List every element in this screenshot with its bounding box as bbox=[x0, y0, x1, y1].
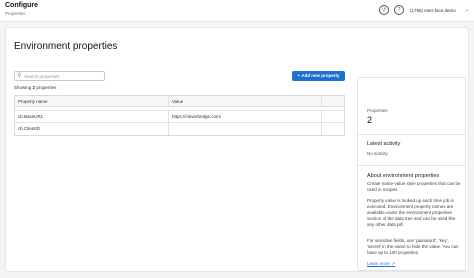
column-header-actions bbox=[322, 96, 345, 106]
app-title: Configure bbox=[5, 2, 39, 9]
property-name-cell[interactable]: cb.ClientID bbox=[15, 123, 169, 135]
add-property-button[interactable]: + Add new property bbox=[292, 71, 345, 81]
table-header-row: Property name Value bbox=[15, 96, 344, 107]
search-input[interactable] bbox=[24, 72, 104, 80]
about-paragraph-1: Create name-value style properties that … bbox=[367, 181, 461, 192]
row-actions-cell[interactable] bbox=[322, 111, 345, 122]
showing-suffix: properties bbox=[36, 85, 57, 90]
column-header-name[interactable]: Property name bbox=[15, 96, 169, 106]
property-value-cell[interactable] bbox=[169, 123, 322, 135]
top-bar: Configure Properties ↺ ? (1796) Inter-fa… bbox=[0, 0, 474, 22]
latest-activity-text: No activity bbox=[367, 151, 388, 156]
properties-table: Property name Value cb.BaseURL https://c… bbox=[14, 95, 345, 136]
page-title: Environment properties bbox=[14, 41, 118, 52]
showing-count: 2 bbox=[32, 85, 36, 90]
table-row[interactable]: cb.BaseURL https://cleverbridge.com/ bbox=[15, 111, 344, 123]
about-paragraph-2: Property value is looked up each time jo… bbox=[367, 198, 456, 227]
column-header-value[interactable]: Value bbox=[169, 96, 322, 106]
divider bbox=[358, 165, 465, 166]
breadcrumb[interactable]: Properties bbox=[5, 11, 26, 16]
about-paragraph-3: For sensitive fields, use 'password', 'k… bbox=[367, 238, 459, 255]
history-icon[interactable]: ↺ bbox=[379, 5, 389, 15]
search-icon: ⚲ bbox=[17, 73, 22, 79]
search-box[interactable]: ⚲ bbox=[14, 71, 105, 81]
chevron-down-icon[interactable]: ⌄ bbox=[465, 7, 469, 13]
properties-count-label: Properties bbox=[367, 108, 388, 113]
workspace-selector[interactable]: (1796) Inter-face demo bbox=[410, 8, 456, 13]
learn-more-label: Learn more bbox=[367, 261, 391, 266]
main-card: Environment properties ⚲ + Add new prope… bbox=[5, 27, 469, 272]
results-count: Showing 2 properties bbox=[14, 85, 56, 90]
about-heading: About environment properties bbox=[367, 173, 440, 179]
showing-prefix: Showing bbox=[14, 85, 32, 90]
properties-count: 2 bbox=[367, 115, 373, 125]
property-name-cell[interactable]: cb.BaseURL bbox=[15, 111, 169, 122]
learn-more-link[interactable]: Learn more ↗ bbox=[367, 261, 395, 267]
table-row[interactable]: cb.ClientID bbox=[15, 123, 344, 135]
help-icon[interactable]: ? bbox=[394, 5, 404, 15]
latest-activity-heading: Latest activity bbox=[367, 141, 401, 147]
property-value-cell[interactable]: https://cleverbridge.com/ bbox=[169, 111, 322, 122]
divider bbox=[358, 134, 465, 135]
info-panel: Properties 2 Latest activity No activity… bbox=[357, 77, 466, 271]
external-link-icon: ↗ bbox=[391, 261, 396, 266]
row-actions-cell[interactable] bbox=[322, 123, 345, 135]
